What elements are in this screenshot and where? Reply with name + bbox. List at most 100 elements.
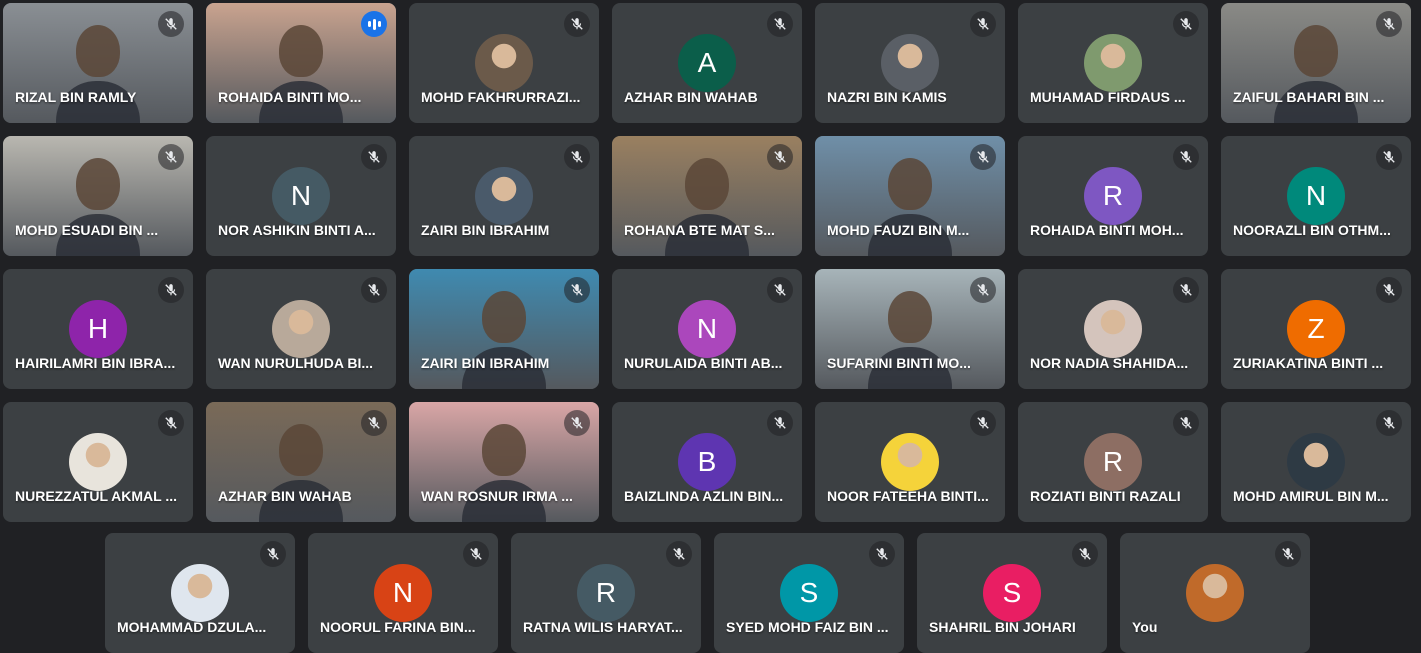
speaking-indicator-icon: [361, 11, 387, 37]
mic-off-icon: [1376, 11, 1402, 37]
mic-off-icon: [1173, 277, 1199, 303]
participant-tile[interactable]: ZAIRI BIN IBRAHIM: [409, 269, 599, 389]
participant-avatar-letter: R: [577, 564, 635, 622]
participant-silhouette: [482, 424, 526, 476]
mic-off-icon: [361, 144, 387, 170]
participant-tile[interactable]: AZHAR BIN WAHAB: [206, 402, 396, 522]
participant-name: ZAIFUL BAHARI BIN ...: [1233, 89, 1385, 105]
participant-name: MOHD AMIRUL BIN M...: [1233, 488, 1389, 504]
mic-off-icon: [564, 410, 590, 436]
participant-name: NURULAIDA BINTI AB...: [624, 355, 783, 371]
participant-avatar-photo: [475, 167, 533, 225]
participant-name: SYED MOHD FAIZ BIN ...: [726, 619, 889, 635]
mic-off-icon: [970, 144, 996, 170]
participant-name: MUHAMAD FIRDAUS ...: [1030, 89, 1186, 105]
mic-off-icon: [1376, 277, 1402, 303]
participant-tile[interactable]: N NURULAIDA BINTI AB...: [612, 269, 802, 389]
participant-name: NOORUL FARINA BIN...: [320, 619, 476, 635]
participant-tile[interactable]: ROHANA BTE MAT S...: [612, 136, 802, 256]
mic-off-icon: [970, 410, 996, 436]
mic-off-icon: [564, 277, 590, 303]
participant-name: NOOR FATEEHA BINTI...: [827, 488, 989, 504]
participant-silhouette: [76, 158, 120, 210]
participant-avatar-letter: N: [678, 300, 736, 358]
participant-tile[interactable]: NOOR FATEEHA BINTI...: [815, 402, 1005, 522]
participant-avatar-photo: [272, 300, 330, 358]
participant-tile[interactable]: S SHAHRIL BIN JOHARI: [917, 533, 1107, 653]
participant-avatar-letter: A: [678, 34, 736, 92]
participant-tile[interactable]: N NOORAZLI BIN OTHM...: [1221, 136, 1411, 256]
mic-off-icon: [767, 277, 793, 303]
participant-silhouette: [888, 291, 932, 343]
participant-tile[interactable]: R RATNA WILIS HARYAT...: [511, 533, 701, 653]
participant-tile[interactable]: N NOR ASHIKIN BINTI A...: [206, 136, 396, 256]
participant-avatar-photo: [1186, 564, 1244, 622]
mic-off-icon: [361, 277, 387, 303]
participant-name: MOHD FAUZI BIN M...: [827, 222, 970, 238]
participant-name: MOHD FAKHRURRAZI...: [421, 89, 581, 105]
participant-name: WAN NURULHUDA BI...: [218, 355, 374, 371]
participant-tile[interactable]: Z ZURIAKATINA BINTI ...: [1221, 269, 1411, 389]
participant-tile[interactable]: NOR NADIA SHAHIDA...: [1018, 269, 1208, 389]
participant-tile[interactable]: NUREZZATUL AKMAL ...: [3, 402, 193, 522]
participant-silhouette: [76, 25, 120, 77]
mic-off-icon: [158, 410, 184, 436]
participant-tile[interactable]: MOHD FAKHRURRAZI...: [409, 3, 599, 123]
participant-name: AZHAR BIN WAHAB: [218, 488, 352, 504]
participant-silhouette: [888, 158, 932, 210]
participant-tile[interactable]: NAZRI BIN KAMIS: [815, 3, 1005, 123]
mic-off-icon: [767, 11, 793, 37]
participant-name: MOHD ESUADI BIN ...: [15, 222, 159, 238]
mic-off-icon: [564, 11, 590, 37]
mic-off-icon: [767, 144, 793, 170]
participant-tile[interactable]: ZAIFUL BAHARI BIN ...: [1221, 3, 1411, 123]
participant-tile[interactable]: R ROHAIDA BINTI MOH...: [1018, 136, 1208, 256]
mic-off-icon: [158, 11, 184, 37]
participant-tile[interactable]: WAN NURULHUDA BI...: [206, 269, 396, 389]
participant-tile[interactable]: R ROZIATI BINTI RAZALI: [1018, 402, 1208, 522]
participant-name: NOORAZLI BIN OTHM...: [1233, 222, 1391, 238]
participant-tile[interactable]: MOHD FAUZI BIN M...: [815, 136, 1005, 256]
participant-tile[interactable]: ROHAIDA BINTI MO...: [206, 3, 396, 123]
participant-tile[interactable]: S SYED MOHD FAIZ BIN ...: [714, 533, 904, 653]
participant-name: RIZAL BIN RAMLY: [15, 89, 137, 105]
participant-name: AZHAR BIN WAHAB: [624, 89, 758, 105]
participant-name: ZAIRI BIN IBRAHIM: [421, 222, 550, 238]
participant-name: NAZRI BIN KAMIS: [827, 89, 947, 105]
participant-avatar-letter: S: [780, 564, 838, 622]
participant-tile[interactable]: MOHD AMIRUL BIN M...: [1221, 402, 1411, 522]
participant-tile[interactable]: You: [1120, 533, 1310, 653]
participant-tile[interactable]: H HAIRILAMRI BIN IBRA...: [3, 269, 193, 389]
participant-avatar-letter: H: [69, 300, 127, 358]
participant-avatar-letter: Z: [1287, 300, 1345, 358]
participant-tile[interactable]: WAN ROSNUR IRMA ...: [409, 402, 599, 522]
participant-tile[interactable]: A AZHAR BIN WAHAB: [612, 3, 802, 123]
mic-off-icon: [1275, 541, 1301, 567]
participant-avatar-photo: [1287, 433, 1345, 491]
participant-silhouette: [1294, 25, 1338, 77]
mic-off-icon: [1173, 144, 1199, 170]
participant-name: ROHANA BTE MAT S...: [624, 222, 775, 238]
participant-silhouette: [279, 424, 323, 476]
participant-name: SHAHRIL BIN JOHARI: [929, 619, 1076, 635]
participant-tile[interactable]: MOHAMMAD DZULA...: [105, 533, 295, 653]
participant-silhouette: [482, 291, 526, 343]
participant-tile[interactable]: B BAIZLINDA AZLIN BIN...: [612, 402, 802, 522]
participant-tile[interactable]: RIZAL BIN RAMLY: [3, 3, 193, 123]
participant-name: NUREZZATUL AKMAL ...: [15, 488, 178, 504]
participant-tile[interactable]: MOHD ESUADI BIN ...: [3, 136, 193, 256]
participant-tile[interactable]: ZAIRI BIN IBRAHIM: [409, 136, 599, 256]
participant-avatar-letter: B: [678, 433, 736, 491]
participant-name: NOR NADIA SHAHIDA...: [1030, 355, 1189, 371]
participant-avatar-letter: R: [1084, 433, 1142, 491]
mic-off-icon: [970, 277, 996, 303]
participant-tile[interactable]: MUHAMAD FIRDAUS ...: [1018, 3, 1208, 123]
mic-off-icon: [767, 410, 793, 436]
mic-off-icon: [158, 277, 184, 303]
participant-avatar-photo: [475, 34, 533, 92]
mic-off-icon: [1173, 410, 1199, 436]
participant-name: ZAIRI BIN IBRAHIM: [421, 355, 550, 371]
participant-tile[interactable]: N NOORUL FARINA BIN...: [308, 533, 498, 653]
participant-avatar-letter: N: [374, 564, 432, 622]
participant-tile[interactable]: SUFARINI BINTI MO...: [815, 269, 1005, 389]
